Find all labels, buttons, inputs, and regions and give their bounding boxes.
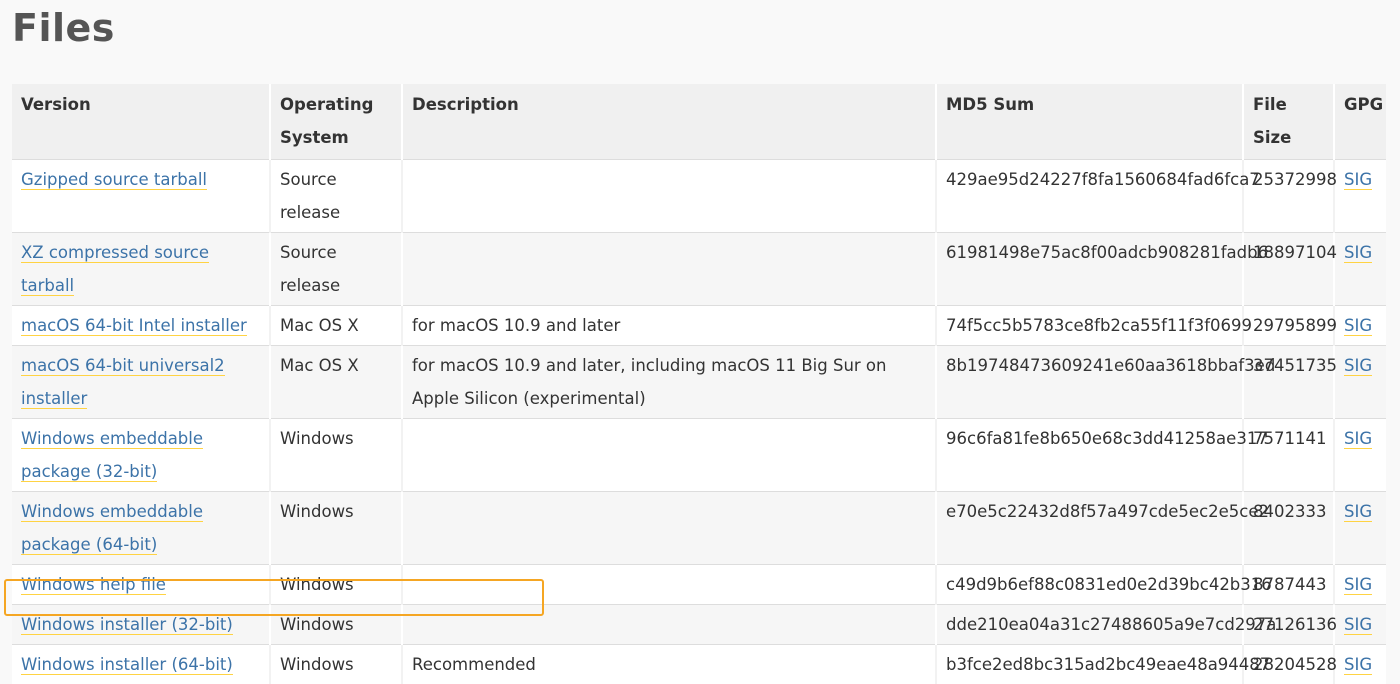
table-row: Windows embeddable package (32-bit) Wind… [12, 419, 1386, 492]
table-row: macOS 64-bit universal2 installer Mac OS… [12, 346, 1386, 419]
version-cell: macOS 64-bit Intel installer [12, 306, 270, 346]
column-header-size: File Size [1243, 84, 1334, 160]
gpg-cell: SIG [1334, 306, 1386, 346]
version-cell: Windows installer (32-bit) [12, 605, 270, 645]
sig-link[interactable]: SIG [1344, 502, 1372, 522]
gpg-cell: SIG [1334, 160, 1386, 233]
os-cell: Source release [270, 160, 402, 233]
description-cell: for macOS 10.9 and later [402, 306, 936, 346]
download-link[interactable]: XZ compressed source tarball [21, 243, 209, 296]
sig-link[interactable]: SIG [1344, 356, 1372, 376]
download-link[interactable]: Gzipped source tarball [21, 170, 207, 190]
description-cell [402, 160, 936, 233]
table-row: Windows installer (64-bit) Windows Recom… [12, 645, 1386, 684]
size-cell: 28204528 [1243, 645, 1334, 684]
os-cell: Windows [270, 605, 402, 645]
sig-link[interactable]: SIG [1344, 170, 1372, 190]
md5-cell: e70e5c22432d8f57a497cde5ec2e5ce2 [936, 492, 1243, 565]
os-cell: Windows [270, 645, 402, 684]
size-cell: 7571141 [1243, 419, 1334, 492]
description-cell [402, 605, 936, 645]
sig-link[interactable]: SIG [1344, 429, 1372, 449]
size-cell: 8787443 [1243, 565, 1334, 605]
version-cell: macOS 64-bit universal2 installer [12, 346, 270, 419]
description-cell [402, 492, 936, 565]
version-cell: Gzipped source tarball [12, 160, 270, 233]
md5-cell: b3fce2ed8bc315ad2bc49eae48a94487 [936, 645, 1243, 684]
column-header-gpg: GPG [1334, 84, 1386, 160]
description-cell: for macOS 10.9 and later, including macO… [402, 346, 936, 419]
download-link[interactable]: macOS 64-bit universal2 installer [21, 356, 225, 409]
sig-link[interactable]: SIG [1344, 575, 1372, 595]
gpg-cell: SIG [1334, 645, 1386, 684]
size-cell: 25372998 [1243, 160, 1334, 233]
download-link[interactable]: macOS 64-bit Intel installer [21, 316, 247, 336]
size-cell: 29795899 [1243, 306, 1334, 346]
md5-cell: 74f5cc5b5783ce8fb2ca55f11f3f0699 [936, 306, 1243, 346]
version-cell: Windows installer (64-bit) [12, 645, 270, 684]
size-cell: 37451735 [1243, 346, 1334, 419]
version-cell: XZ compressed source tarball [12, 233, 270, 306]
size-cell: 18897104 [1243, 233, 1334, 306]
description-cell [402, 419, 936, 492]
download-link[interactable]: Windows installer (32-bit) [21, 615, 233, 635]
gpg-cell: SIG [1334, 419, 1386, 492]
download-link[interactable]: Windows embeddable package (64-bit) [21, 502, 203, 555]
description-cell [402, 565, 936, 605]
table-row: Windows embeddable package (64-bit) Wind… [12, 492, 1386, 565]
sig-link[interactable]: SIG [1344, 655, 1372, 675]
table-row: Windows installer (32-bit) Windows dde21… [12, 605, 1386, 645]
os-cell: Windows [270, 492, 402, 565]
md5-cell: c49d9b6ef88c0831ed0e2d39bc42b316 [936, 565, 1243, 605]
gpg-cell: SIG [1334, 605, 1386, 645]
version-cell: Windows embeddable package (64-bit) [12, 492, 270, 565]
sig-link[interactable]: SIG [1344, 243, 1372, 263]
gpg-cell: SIG [1334, 346, 1386, 419]
download-link[interactable]: Windows embeddable package (32-bit) [21, 429, 203, 482]
sig-link[interactable]: SIG [1344, 316, 1372, 336]
os-cell: Windows [270, 565, 402, 605]
version-cell: Windows help file [12, 565, 270, 605]
gpg-cell: SIG [1334, 492, 1386, 565]
table-row: Gzipped source tarball Source release 42… [12, 160, 1386, 233]
md5-cell: dde210ea04a31c27488605a9e7cd297a [936, 605, 1243, 645]
os-cell: Windows [270, 419, 402, 492]
md5-cell: 429ae95d24227f8fa1560684fad6fca7 [936, 160, 1243, 233]
table-header-row: Version Operating System Description MD5… [12, 84, 1386, 160]
table-row: XZ compressed source tarball Source rele… [12, 233, 1386, 306]
table-row: macOS 64-bit Intel installer Mac OS X fo… [12, 306, 1386, 346]
size-cell: 8402333 [1243, 492, 1334, 565]
os-cell: Mac OS X [270, 346, 402, 419]
column-header-version: Version [12, 84, 270, 160]
column-header-description: Description [402, 84, 936, 160]
download-link[interactable]: Windows installer (64-bit) [21, 655, 233, 675]
sig-link[interactable]: SIG [1344, 615, 1372, 635]
gpg-cell: SIG [1334, 233, 1386, 306]
page-title: Files [12, 2, 115, 54]
size-cell: 27126136 [1243, 605, 1334, 645]
os-cell: Source release [270, 233, 402, 306]
table-row: Windows help file Windows c49d9b6ef88c08… [12, 565, 1386, 605]
column-header-md5: MD5 Sum [936, 84, 1243, 160]
gpg-cell: SIG [1334, 565, 1386, 605]
column-header-os: Operating System [270, 84, 402, 160]
version-cell: Windows embeddable package (32-bit) [12, 419, 270, 492]
md5-cell: 8b19748473609241e60aa3618bbaf3ed [936, 346, 1243, 419]
description-cell: Recommended [402, 645, 936, 684]
md5-cell: 61981498e75ac8f00adcb908281fadb6 [936, 233, 1243, 306]
download-link[interactable]: Windows help file [21, 575, 166, 595]
files-table: Version Operating System Description MD5… [12, 84, 1386, 684]
os-cell: Mac OS X [270, 306, 402, 346]
md5-cell: 96c6fa81fe8b650e68c3dd41258ae317 [936, 419, 1243, 492]
description-cell [402, 233, 936, 306]
